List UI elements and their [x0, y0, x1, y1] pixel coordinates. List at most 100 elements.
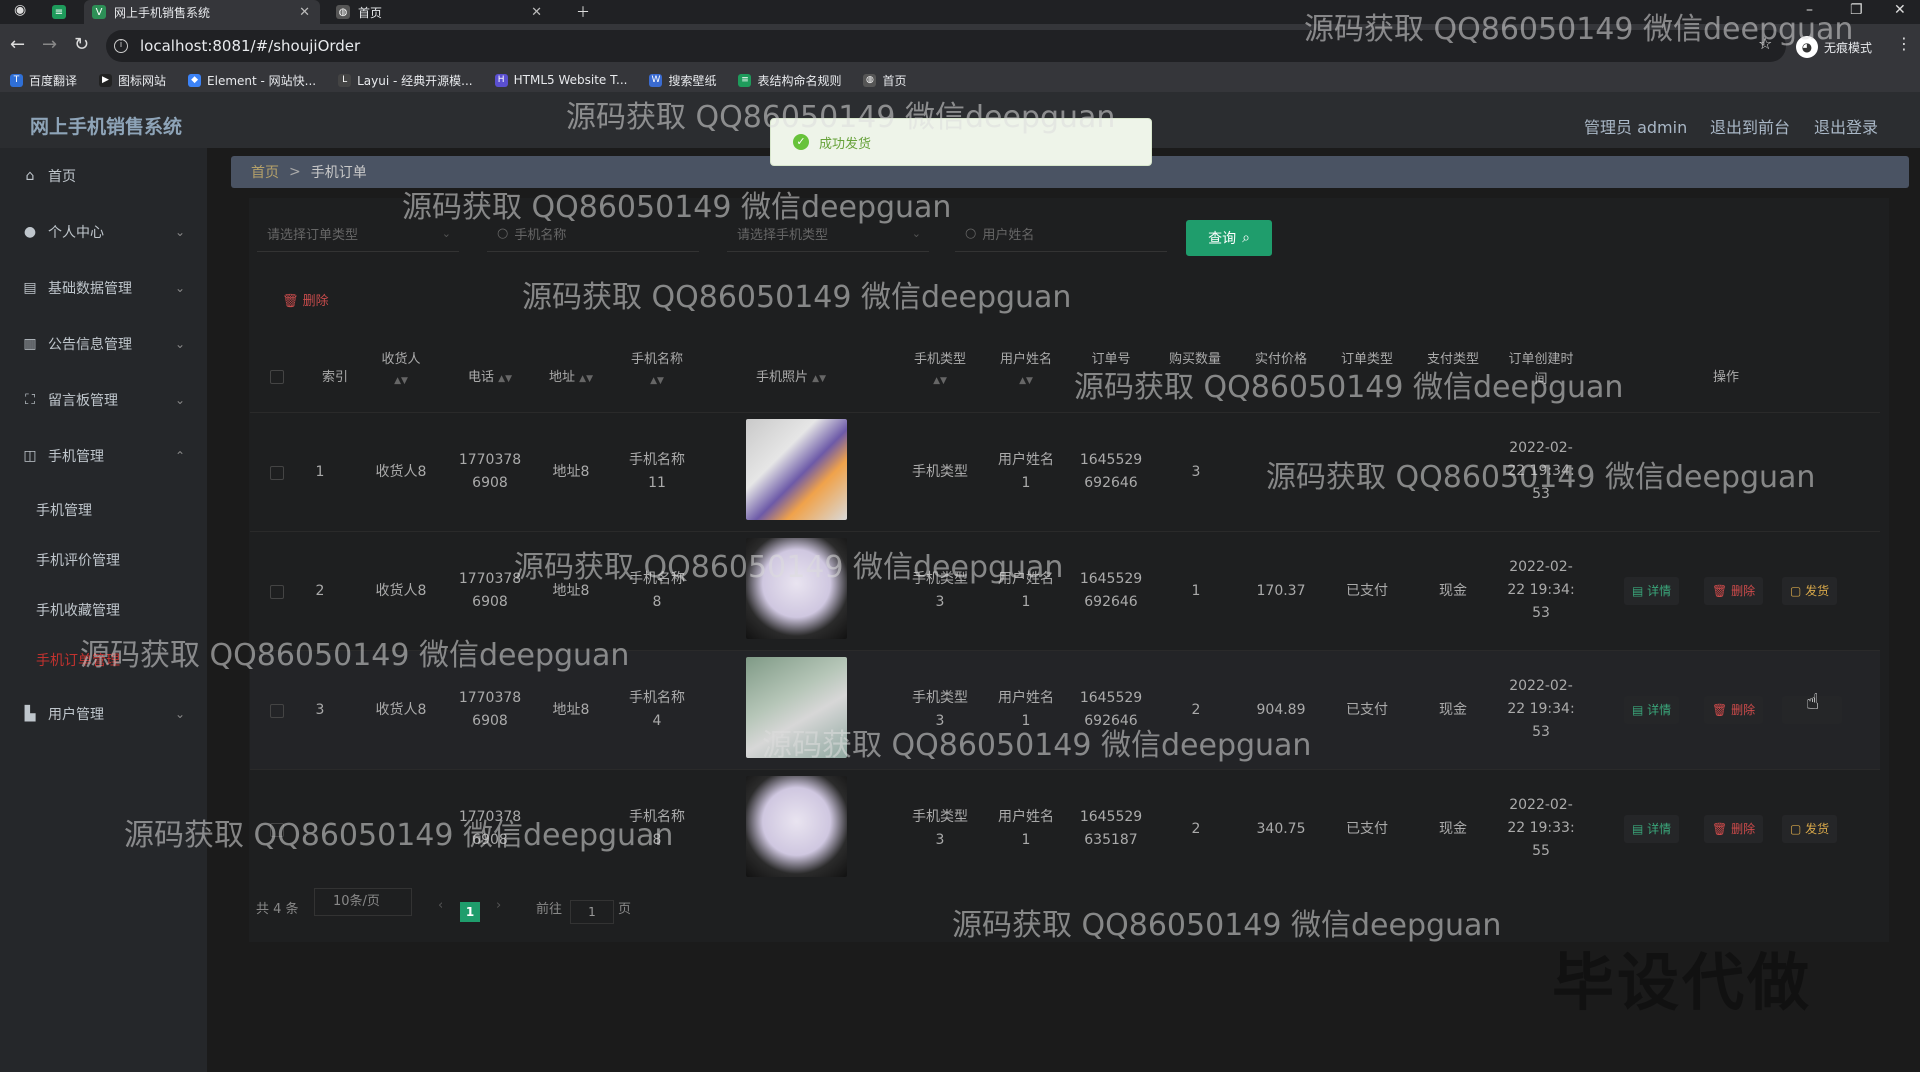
- bulk-delete-label: 删除: [302, 294, 329, 309]
- bookmark-label: HTML5 Website T...: [513, 73, 628, 87]
- cell-text: 1770378: [458, 809, 522, 825]
- success-toast: ✓ 成功发货: [770, 118, 1152, 166]
- phone-photo[interactable]: [746, 776, 847, 877]
- phone-photo[interactable]: [746, 657, 847, 758]
- tab-close-icon[interactable]: ✕: [531, 5, 542, 20]
- delete-button[interactable]: 🗑 删除: [1704, 577, 1764, 605]
- col-header-receiver[interactable]: 收货人 ▲▼: [366, 350, 436, 391]
- ship-button[interactable]: ▢ 发货: [1782, 815, 1838, 843]
- sidebar-sub-phone-order[interactable]: 手机订单管理: [36, 650, 120, 670]
- row-checkbox[interactable]: [270, 823, 284, 837]
- delete-button[interactable]: 🗑 删除: [1704, 815, 1764, 843]
- user-name-placeholder: 用户姓名: [982, 228, 1035, 243]
- cell-created-time: 2022-02- 22 19:34: 53: [1500, 675, 1582, 744]
- col-header-user-name[interactable]: 用户姓名 ▲▼: [986, 350, 1066, 391]
- table-row: 3 收货人8 1770378 6908 地址8 手机名称 4 手机类型 3 用户姓名 1…: [250, 650, 1880, 769]
- incognito-label: 无痕模式: [1824, 40, 1873, 55]
- menu-dots-icon[interactable]: ⋮: [1896, 34, 1912, 53]
- cell-address: 地址8: [552, 583, 590, 599]
- detail-label: 详情: [1647, 822, 1672, 836]
- sidebar-item-basic-data[interactable]: ▤ 基础数据管理 ⌄: [0, 260, 207, 316]
- bookmark-item[interactable]: ≡ 表结构命名规则: [738, 72, 841, 89]
- sidebar-item-notice[interactable]: ▥ 公告信息管理 ⌄: [0, 316, 207, 372]
- order-type-select[interactable]: 请选择订单类型 ⌄: [257, 216, 459, 252]
- back-icon[interactable]: ←: [10, 34, 25, 55]
- html5-icon: H: [494, 73, 508, 87]
- next-page-icon[interactable]: ›: [496, 898, 501, 913]
- incognito-badge[interactable]: ◕ 无痕模式: [1796, 36, 1872, 58]
- bookmark-item[interactable]: ◆ Element - 网站快...: [188, 72, 316, 89]
- minimize-icon[interactable]: –: [1806, 2, 1813, 18]
- tab-home[interactable]: ◍ 首页 ✕: [328, 0, 552, 24]
- sidebar-item-message-board[interactable]: ⛶ 留言板管理 ⌄: [0, 372, 207, 428]
- new-tab-icon[interactable]: ＋: [576, 2, 590, 22]
- logout-link[interactable]: 退出登录: [1814, 114, 1878, 138]
- search-button[interactable]: 查询 ⌕: [1186, 220, 1272, 256]
- chevron-down-icon: ⌄: [174, 337, 185, 351]
- bookmark-item[interactable]: H HTML5 Website T...: [494, 73, 628, 87]
- close-window-icon[interactable]: ✕: [1894, 2, 1906, 18]
- phone-type-placeholder: 请选择手机类型: [737, 228, 829, 243]
- search-icon: ⌕: [1242, 230, 1250, 246]
- sidebar-item-profile[interactable]: ● 个人中心 ⌄: [0, 204, 207, 260]
- sidebar-sub-phone-manage[interactable]: 手机管理: [36, 500, 92, 520]
- bookmark-label: 图标网站: [118, 73, 167, 88]
- col-header-phone-type[interactable]: 手机类型 ▲▼: [900, 350, 980, 391]
- phone-name-input[interactable]: ○ 手机名称: [487, 216, 699, 252]
- prev-page-icon[interactable]: ‹: [438, 898, 443, 913]
- sidebar-item-phone[interactable]: ◫ 手机管理 ⌃: [0, 428, 207, 484]
- sidebar-item-home[interactable]: ⌂ 首页: [0, 148, 207, 204]
- forward-icon[interactable]: →: [42, 34, 57, 55]
- restore-icon[interactable]: ❐: [1850, 2, 1863, 18]
- bookmark-item[interactable]: T 百度翻译: [10, 72, 77, 89]
- cell-text: 1770378: [458, 571, 522, 587]
- col-header-address[interactable]: 地址 ▲▼: [536, 368, 606, 389]
- url-input[interactable]: localhost:8081/#/shoujiOrder: [106, 30, 1786, 62]
- select-all-checkbox[interactable]: [270, 370, 284, 384]
- site-info-icon[interactable]: i: [114, 39, 128, 53]
- chevron-up-icon: ⌃: [174, 449, 185, 463]
- cell-user-name: 用户姓名 1: [986, 568, 1066, 614]
- cell-text: 6908: [472, 832, 508, 848]
- reload-icon[interactable]: ↻: [74, 34, 89, 55]
- cell-index: 2: [315, 583, 325, 599]
- user-name-input[interactable]: ○ 用户姓名: [955, 216, 1167, 252]
- col-header-label: 手机类型: [913, 352, 966, 367]
- data-icon: ▤: [23, 280, 37, 296]
- phone-photo[interactable]: [746, 538, 847, 639]
- bulk-delete-button[interactable]: 🗑 删除: [282, 290, 329, 309]
- cell-phone-type: 手机类型 3: [900, 806, 980, 852]
- bookmark-item[interactable]: ▶ 图标网站: [99, 72, 166, 89]
- frontend-link[interactable]: 退出到前台: [1710, 114, 1790, 138]
- phone-icon: ◫: [23, 448, 37, 464]
- breadcrumb-home[interactable]: 首页: [251, 162, 279, 182]
- tab-close-icon[interactable]: ✕: [299, 5, 310, 20]
- bookmark-item[interactable]: W 搜索壁纸: [649, 72, 716, 89]
- detail-label: 详情: [1647, 584, 1672, 598]
- row-checkbox[interactable]: [270, 466, 284, 480]
- phone-type-select[interactable]: 请选择手机类型 ⌄: [727, 216, 929, 252]
- page-size-select[interactable]: 10条/页: [314, 888, 412, 916]
- ship-button[interactable]: ▢ 发货: [1782, 577, 1838, 605]
- detail-button[interactable]: ▤ 详情: [1624, 696, 1680, 724]
- sidebar-sub-phone-favorite[interactable]: 手机收藏管理: [36, 600, 120, 620]
- star-icon[interactable]: ☆: [1758, 34, 1772, 53]
- phone-photo[interactable]: [746, 419, 847, 520]
- col-header-phone-name[interactable]: 手机名称 ▲▼: [614, 350, 700, 391]
- row-checkbox[interactable]: [270, 585, 284, 599]
- sort-icon: ▲▼: [812, 374, 826, 384]
- detail-button[interactable]: ▤ 详情: [1624, 815, 1680, 843]
- detail-button[interactable]: ▤ 详情: [1624, 577, 1680, 605]
- goto-page-input[interactable]: 1: [570, 900, 614, 924]
- tab-app[interactable]: V 网上手机销售系统 ✕: [84, 0, 320, 24]
- sidebar-item-users[interactable]: ▙ 用户管理 ⌄: [0, 686, 207, 742]
- col-header-phone-photo[interactable]: 手机照片 ▲▼: [726, 368, 856, 389]
- delete-button[interactable]: 🗑 删除: [1704, 696, 1764, 724]
- bookmark-item[interactable]: L Layui - 经典开源模...: [338, 72, 473, 89]
- bookmark-item[interactable]: ◍ 首页: [863, 72, 907, 89]
- col-header-phone[interactable]: 电话 ▲▼: [450, 368, 530, 389]
- sidebar-sub-phone-review[interactable]: 手机评价管理: [36, 550, 120, 570]
- element-icon: ◆: [188, 73, 202, 87]
- page-number-current[interactable]: 1: [460, 902, 480, 922]
- row-checkbox[interactable]: [270, 704, 284, 718]
